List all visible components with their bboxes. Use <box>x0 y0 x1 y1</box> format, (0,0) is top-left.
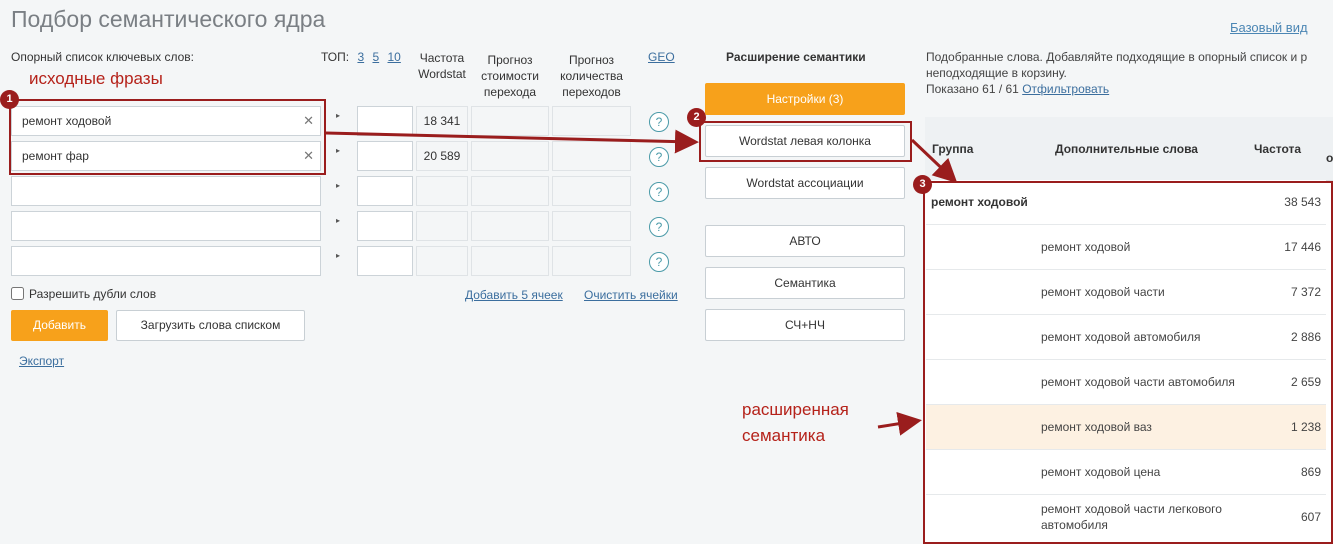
arrow-2-to-3 <box>910 138 958 184</box>
arrow-1-to-2 <box>325 129 699 154</box>
arrow-to-results <box>877 411 922 436</box>
annotation-arrows <box>325 129 958 436</box>
